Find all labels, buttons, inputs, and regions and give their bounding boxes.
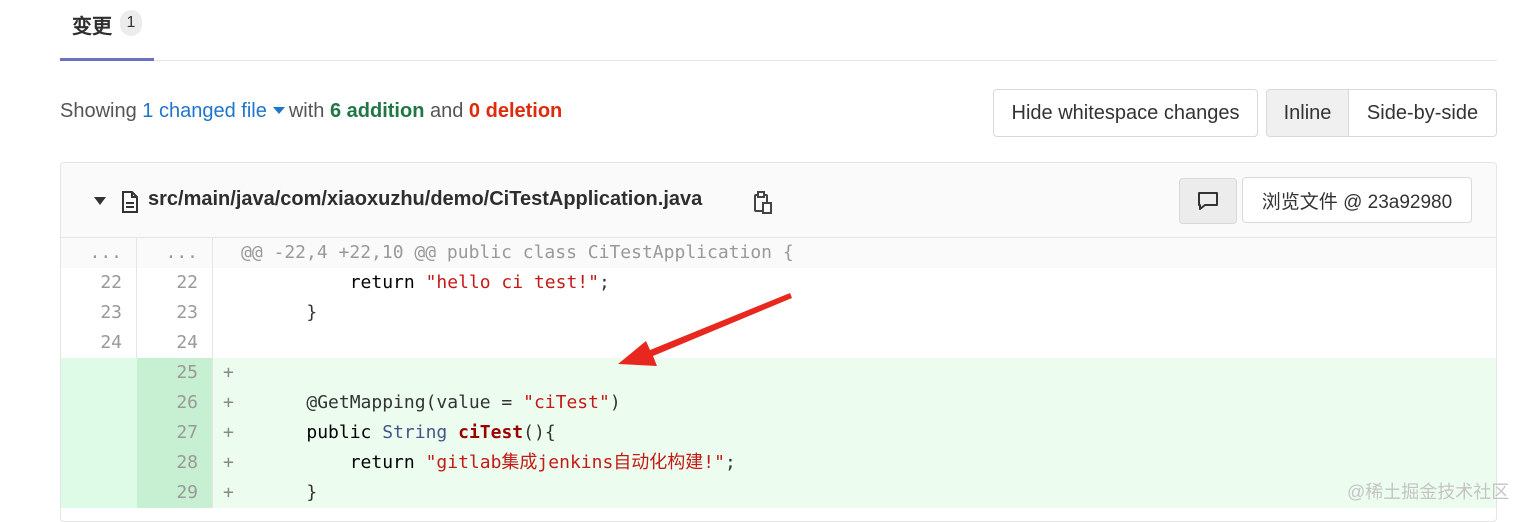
code-punct: (){ [523,422,556,443]
new-line-number[interactable]: 22 [137,268,213,298]
changed-files-dropdown[interactable]: 1 changed file [142,100,289,122]
added-marker: + [223,482,234,503]
diff-line-added: 27 + public String ciTest(){ [61,418,1496,448]
tab-changes-label: 变更 [72,16,112,38]
code-keyword: return [349,272,415,293]
file-icon [122,191,138,213]
code-keyword: public [306,422,372,443]
file-path[interactable]: src/main/java/com/xiaoxuzhu/demo/CiTestA… [148,188,702,211]
added-marker: + [223,392,234,413]
summary-with: with [288,100,325,122]
code-line: return "hello ci test!"; [213,268,1496,298]
code-line: + return "gitlab集成jenkins自动化构建!"; [213,448,1496,478]
code-line: + public String ciTest(){ [213,418,1496,448]
code-line: } [213,298,1496,328]
code-type: String [382,422,448,443]
toggle-comments-button[interactable] [1179,178,1237,224]
comment-icon [1198,192,1218,210]
code-line: + @GetMapping(value = "ciTest") [213,388,1496,418]
code-line: + [213,358,1496,388]
diff-summary: Showing 1 changed file with 6 addition an… [60,100,562,123]
old-line-number[interactable] [61,418,137,448]
view-file-button[interactable]: 浏览文件 @ 23a92980 [1242,177,1472,223]
code-punct: ; [598,272,610,293]
old-line-number[interactable] [61,448,137,478]
old-line-number[interactable]: 23 [61,298,137,328]
deletions-count: 0 deletion [468,100,563,122]
new-line-number[interactable]: ... [137,238,213,268]
diff-line-added: 25 + [61,358,1496,388]
code-punct: ) [609,392,621,413]
collapse-caret-icon[interactable] [94,197,106,205]
tab-bar: 变更 1 [60,0,1497,61]
code-string: "ciTest" [523,392,610,413]
new-line-number[interactable]: 24 [137,328,213,358]
new-line-number[interactable]: 25 [137,358,213,388]
summary-and: and [429,100,464,122]
old-line-number[interactable] [61,358,137,388]
code-line: + } [213,478,1496,508]
old-line-number[interactable]: ... [61,238,137,268]
tab-changes-count-badge: 1 [120,10,142,36]
code-brace: } [306,482,318,503]
added-marker: + [223,422,234,443]
code-keyword: return [349,452,415,473]
tab-changes[interactable]: 变更 1 [60,0,154,61]
diff-hunk-header: ... ... @@ -22,4 +22,10 @@ public class … [61,238,1496,268]
diff-line: 22 22 return "hello ci test!"; [61,268,1496,298]
new-line-number[interactable]: 27 [137,418,213,448]
new-line-number[interactable]: 29 [137,478,213,508]
summary-prefix: Showing [60,100,137,122]
code-string: "gitlab集成jenkins自动化构建!" [425,452,725,473]
diff-line: 24 24 [61,328,1496,358]
diff-table: ... ... @@ -22,4 +22,10 @@ public class … [61,238,1496,508]
diff-line-added: 26 + @GetMapping(value = "ciTest") [61,388,1496,418]
file-header: src/main/java/com/xiaoxuzhu/demo/CiTestA… [61,163,1496,238]
new-line-number[interactable]: 23 [137,298,213,328]
old-line-number[interactable]: 24 [61,328,137,358]
file-diff: src/main/java/com/xiaoxuzhu/demo/CiTestA… [60,162,1497,522]
additions-count: 6 addition [329,100,425,122]
code-punct: ; [724,452,736,473]
code-function-name: ciTest [458,422,524,443]
new-line-number[interactable]: 28 [137,448,213,478]
code-string: "hello ci test!" [425,272,599,293]
inline-view-button[interactable]: Inline [1266,89,1349,137]
diff-line-added: 28 + return "gitlab集成jenkins自动化构建!"; [61,448,1496,478]
old-line-number[interactable]: 22 [61,268,137,298]
hunk-header-text: @@ -22,4 +22,10 @@ public class CiTestAp… [213,238,1496,268]
old-line-number[interactable] [61,388,137,418]
old-line-number[interactable] [61,478,137,508]
caret-down-icon [272,107,285,115]
hide-whitespace-button[interactable]: Hide whitespace changes [993,89,1258,137]
side-by-side-view-button[interactable]: Side-by-side [1348,89,1497,137]
added-marker: + [223,362,234,383]
added-marker: + [223,452,234,473]
new-line-number[interactable]: 26 [137,388,213,418]
diff-line-added: 29 + } [61,478,1496,508]
diff-line: 23 23 } [61,298,1496,328]
copy-path-icon[interactable] [753,190,773,216]
changed-files-label: 1 changed file [142,100,267,122]
watermark: @稀土掘金技术社区 [1347,482,1510,502]
code-brace: } [306,302,318,323]
code-annotation: @GetMapping(value = [306,392,524,413]
